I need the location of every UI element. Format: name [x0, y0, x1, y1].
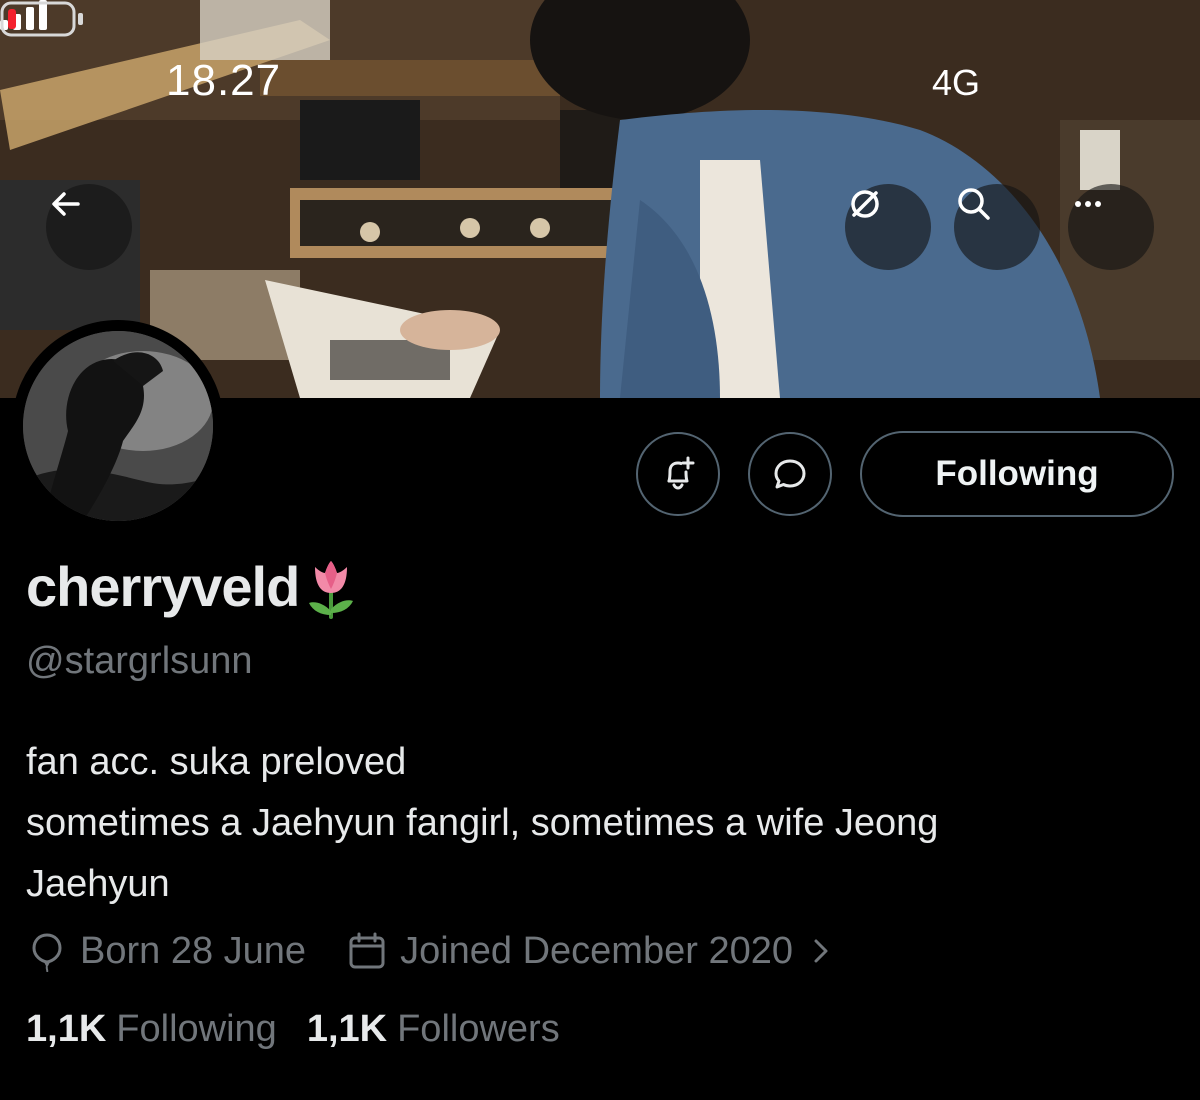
search-button[interactable] [954, 184, 1040, 270]
more-icon [1075, 201, 1101, 207]
following-stat[interactable]: 1,1K Following [26, 1008, 277, 1051]
translate-button[interactable] [845, 184, 931, 270]
joined-item[interactable]: Joined December 2020 [346, 930, 835, 973]
balloon-icon [32, 933, 62, 972]
message-button[interactable] [748, 432, 832, 516]
avatar[interactable] [12, 320, 224, 532]
handle: @stargrlsunn [26, 640, 253, 682]
back-button[interactable] [46, 184, 132, 270]
search-icon [958, 188, 990, 220]
battery-icon [0, 1, 83, 37]
display-name: cherryveld [26, 554, 359, 619]
following-button[interactable]: Following [860, 431, 1174, 517]
bio-line: sometimes a Jaehyun fangirl, sometimes a… [26, 802, 939, 844]
birthday-item: Born 28 June [26, 930, 306, 973]
following-count: 1,1K [26, 1008, 107, 1050]
tulip-emoji-icon [309, 560, 354, 619]
followers-label: Followers [397, 1008, 560, 1050]
calendar-icon [349, 932, 385, 969]
joined-text: Joined December 2020 [400, 929, 793, 972]
status-time: 18.27 [166, 56, 282, 105]
profile-banner[interactable]: 18.27 4G [0, 0, 1200, 398]
message-bubble-icon [774, 459, 806, 489]
followers-stat[interactable]: 1,1K Followers [307, 1008, 560, 1051]
birthday-text: Born 28 June [80, 929, 307, 972]
display-name-text: cherryveld [26, 555, 300, 618]
bio-line: Jaehyun [26, 863, 170, 905]
chevron-right-icon [814, 939, 828, 963]
notifications-button[interactable] [636, 432, 720, 516]
bio-line: fan acc. suka preloved [26, 741, 407, 783]
followers-count: 1,1K [306, 1008, 388, 1050]
translate-icon [851, 190, 879, 218]
more-options-button[interactable] [1068, 184, 1154, 270]
back-arrow-icon [52, 192, 80, 216]
bio: fan acc. suka preloved sometimes a Jaehy… [26, 732, 1176, 915]
network-label: 4G [932, 62, 981, 103]
profile-meta: Born 28 June Joined December 2020 [26, 925, 835, 977]
avatar-image [23, 331, 213, 521]
following-label: Following [116, 1008, 277, 1050]
bell-plus-icon [667, 456, 695, 490]
follow-stats: 1,1K Following 1,1K Followers [26, 1008, 560, 1051]
